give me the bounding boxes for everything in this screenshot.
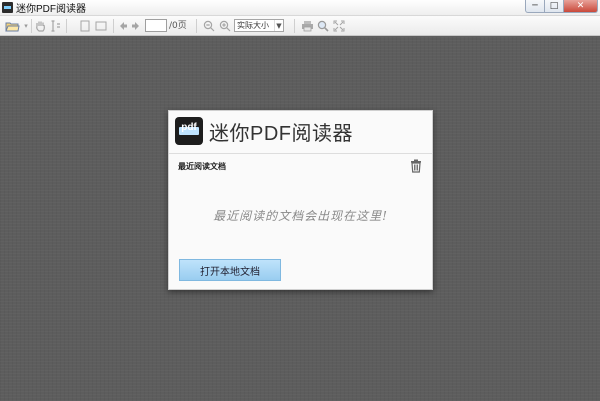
- close-button[interactable]: ✕: [564, 0, 598, 13]
- divider: [169, 153, 432, 154]
- app-icon: [2, 2, 13, 13]
- window-title: 迷你PDF阅读器: [16, 4, 86, 15]
- dropdown-arrow-icon[interactable]: ▾: [22, 19, 30, 33]
- title-bar: 迷你PDF阅读器 ─ □ ✕: [0, 0, 600, 16]
- page-number-input[interactable]: [145, 19, 167, 32]
- trash-icon[interactable]: [410, 159, 422, 173]
- next-page-icon[interactable]: [130, 19, 142, 33]
- zoom-in-icon[interactable]: [218, 19, 232, 33]
- recent-documents-panel: pdf 迷你PDF阅读器 最近阅读文档 最近阅读的文档会出现在这里! 打开本地文…: [168, 110, 433, 290]
- open-local-document-button[interactable]: 打开本地文档: [179, 259, 281, 281]
- print-icon[interactable]: [300, 19, 314, 33]
- hand-tool-icon[interactable]: [33, 19, 47, 33]
- single-page-icon[interactable]: [78, 19, 92, 33]
- prev-page-icon[interactable]: [117, 19, 129, 33]
- chevron-down-icon[interactable]: ▼: [274, 20, 283, 31]
- maximize-button[interactable]: □: [545, 0, 564, 13]
- brand-header: pdf 迷你PDF阅读器: [169, 111, 432, 151]
- open-folder-icon[interactable]: [4, 19, 20, 33]
- text-select-icon[interactable]: [49, 19, 63, 33]
- toolbar: ▾ /0页 实际大小 ▼: [0, 16, 600, 36]
- zoom-select[interactable]: 实际大小 ▼: [234, 19, 284, 32]
- fullscreen-icon[interactable]: [332, 19, 346, 33]
- zoom-select-value: 实际大小: [237, 21, 269, 30]
- minimize-button[interactable]: ─: [525, 0, 545, 13]
- search-icon[interactable]: [316, 19, 330, 33]
- zoom-out-icon[interactable]: [202, 19, 216, 33]
- two-page-icon[interactable]: [94, 19, 108, 33]
- recent-documents-title: 最近阅读文档: [178, 162, 226, 171]
- brand-title: 迷你PDF阅读器: [209, 122, 353, 145]
- empty-state-message: 最近阅读的文档会出现在这里!: [213, 209, 388, 223]
- page-total-label: /0页: [169, 21, 187, 31]
- pdf-logo-icon: pdf: [175, 117, 203, 145]
- window-controls: ─ □ ✕: [525, 0, 598, 13]
